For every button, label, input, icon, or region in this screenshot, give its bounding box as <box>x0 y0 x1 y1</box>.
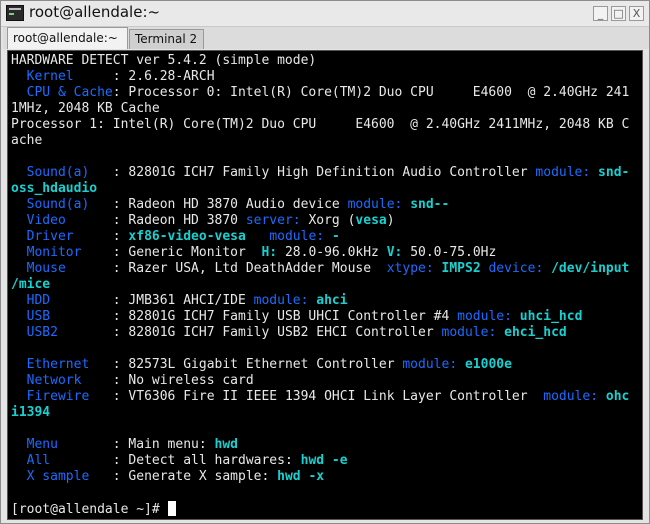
driver-line: Driver : xf86-video-vesa module: - <box>26 229 340 244</box>
shell-prompt[interactable]: [root@allendale ~]# <box>11 501 176 517</box>
terminal-output[interactable]: HARDWARE DETECT ver 5.4.2 (simple mode) … <box>7 50 643 520</box>
firewire-line: Firewire : VT6306 Fire II IEEE 1394 OHCI… <box>26 389 630 404</box>
cpu-line: CPU & Cache: Processor 0: Intel(R) Core(… <box>26 85 630 100</box>
all-line: All : Detect all hardwares: hwd -e <box>26 453 348 468</box>
mouse-line-wrap: /mice <box>11 277 51 292</box>
cpu-line-wrap: 1MHz, 2048 KB Cache <box>11 101 160 116</box>
window-title: root@allendale:~ <box>29 3 161 21</box>
close-button[interactable]: X <box>629 6 644 21</box>
mouse-line: Mouse : Razer USA, Ltd DeathAdder Mouse … <box>26 261 630 276</box>
title-bar[interactable]: root@allendale:~ _ □ X <box>1 1 649 27</box>
tab-terminal-2[interactable]: Terminal 2 <box>129 29 204 49</box>
usb-line: USB : 82801G ICH7 Family USB UHCI Contro… <box>26 309 583 324</box>
cpu-line-2-wrap: ache <box>11 133 43 148</box>
x-sample-line: X sample : Generate X sample: hwd -x <box>26 469 325 484</box>
video-line: Video : Radeon HD 3870 server: Xorg (ves… <box>26 213 395 228</box>
text-cursor <box>167 501 176 516</box>
tab-bar: root@allendale:~ Terminal 2 <box>3 27 649 49</box>
menu-line: Menu : Main menu: hwd <box>26 437 239 452</box>
usb2-line: USB2 : 82801G ICH7 Family USB2 EHCI Cont… <box>26 325 567 340</box>
cpu-line-2: Processor 1: Intel(R) Core(TM)2 Duo CPU … <box>11 117 630 132</box>
hdd-line: HDD : JMB361 AHCI/IDE module: ahci <box>26 293 348 308</box>
sound-line-1: Sound(a) : 82801G ICH7 Family High Defin… <box>26 165 630 180</box>
monitor-line: Monitor : Generic Monitor H: 28.0-96.0kH… <box>26 245 497 260</box>
minimize-button[interactable]: _ <box>593 6 608 21</box>
terminal-window: root@allendale:~ _ □ X root@allendale:~ … <box>0 0 650 524</box>
tab-root-allendale[interactable]: root@allendale:~ <box>7 27 128 49</box>
sound-line-2: Sound(a) : Radeon HD 3870 Audio device m… <box>26 197 450 212</box>
header-line: HARDWARE DETECT ver 5.4.2 (simple mode) <box>11 53 317 68</box>
ethernet-line: Ethernet : 82573L Gigabit Ethernet Contr… <box>26 357 512 372</box>
maximize-button[interactable]: □ <box>611 6 626 21</box>
terminal-app-icon <box>6 5 24 21</box>
sound-line-1-wrap: oss_hdaudio <box>11 181 98 196</box>
kernel-line: Kernel : 2.6.28-ARCH <box>26 69 215 84</box>
firewire-line-wrap: i1394 <box>11 405 51 420</box>
network-line: Network : No wireless card <box>26 373 254 388</box>
